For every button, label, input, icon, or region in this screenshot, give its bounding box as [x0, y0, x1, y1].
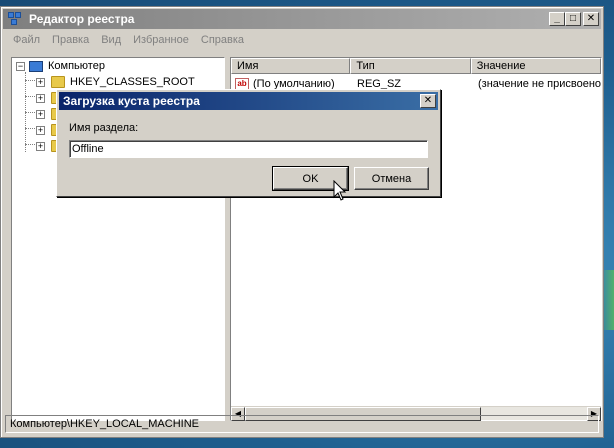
registry-editor-window: Редактор реестра _ □ ✕ Файл Правка Вид И… — [0, 6, 604, 438]
expand-icon[interactable]: + — [36, 125, 45, 135]
key-name-label: Имя раздела: — [69, 122, 139, 134]
computer-icon — [29, 60, 43, 72]
expand-icon[interactable]: + — [36, 141, 45, 151]
menu-help[interactable]: Справка — [201, 34, 244, 46]
dialog-title: Загрузка куста реестра — [63, 94, 200, 108]
column-name-header[interactable]: Имя — [231, 58, 351, 74]
status-bar: Компьютер\HKEY_LOCAL_MACHINE — [5, 415, 599, 433]
maximize-button[interactable]: □ — [565, 12, 581, 26]
window-titlebar[interactable]: Редактор реестра _ □ ✕ — [3, 9, 601, 29]
dialog-close-button[interactable]: ✕ — [420, 94, 436, 108]
expand-icon[interactable]: + — [36, 93, 45, 103]
key-name-input[interactable] — [69, 140, 428, 158]
mouse-cursor-icon — [333, 180, 347, 201]
load-hive-dialog: Загрузка куста реестра ✕ Имя раздела: OK… — [56, 89, 441, 197]
expand-icon[interactable]: + — [36, 109, 45, 119]
cancel-button[interactable]: Отмена — [354, 167, 429, 190]
list-header: Имя Тип Значение — [231, 58, 601, 74]
menu-view[interactable]: Вид — [101, 34, 121, 46]
column-value-header[interactable]: Значение — [470, 58, 601, 74]
close-button[interactable]: ✕ — [583, 12, 599, 26]
menu-bar: Файл Правка Вид Избранное Справка — [3, 31, 601, 49]
minimize-button[interactable]: _ — [549, 12, 565, 26]
window-controls: _ □ ✕ — [549, 12, 599, 26]
value-data: (значение не присвоено — [478, 78, 602, 90]
tree-item-label: HKEY_CLASSES_ROOT — [70, 76, 195, 88]
menu-favorites[interactable]: Избранное — [133, 34, 189, 46]
tree-item-computer[interactable]: − Компьютер — [16, 58, 105, 74]
tree-item-label: Компьютер — [48, 60, 105, 72]
column-type-header[interactable]: Тип — [350, 58, 471, 74]
dialog-titlebar[interactable]: Загрузка куста реестра ✕ — [59, 92, 438, 110]
menu-edit[interactable]: Правка — [52, 34, 89, 46]
menu-file[interactable]: Файл — [13, 34, 40, 46]
expand-icon[interactable]: + — [36, 77, 45, 87]
folder-icon — [51, 76, 65, 88]
window-title: Редактор реестра — [29, 12, 135, 26]
tree-item-hkcr[interactable]: + HKEY_CLASSES_ROOT — [36, 74, 195, 90]
regedit-icon — [7, 11, 23, 27]
collapse-icon[interactable]: − — [16, 61, 25, 71]
